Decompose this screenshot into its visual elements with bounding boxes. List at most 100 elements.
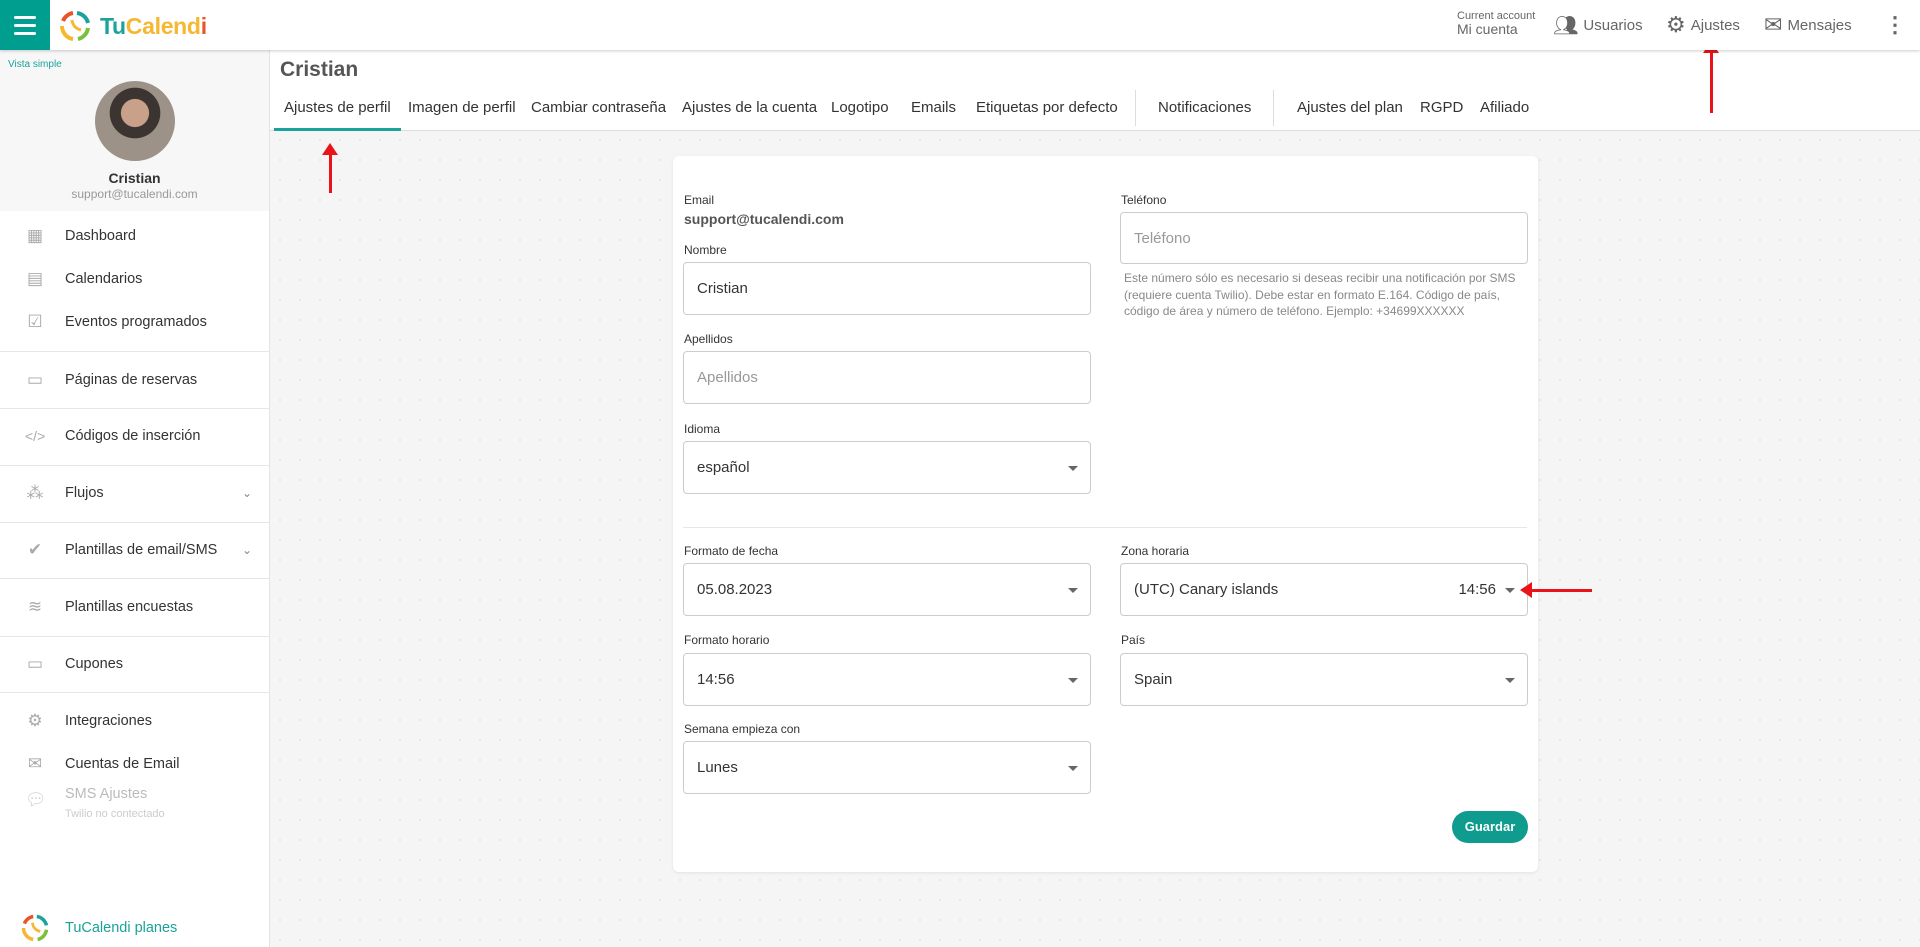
sidebar-item-integraciones[interactable]: ⚙ Integraciones	[0, 707, 270, 735]
sidebar-item-flujos[interactable]: ⁂ Flujos ⌄	[0, 479, 270, 507]
sidebar-item-label: Plantillas de email/SMS	[65, 542, 218, 558]
surname-input[interactable]: Apellidos	[683, 351, 1091, 404]
sidebar-item-sms[interactable]: 💬︎ SMS Ajustes Twilio no contectado	[0, 786, 270, 820]
users-icon: 👥︎	[1553, 14, 1579, 37]
sidebar-item-label: SMS Ajustes	[65, 786, 148, 802]
sidebar-item-label: Códigos de inserción	[65, 428, 201, 444]
account-name: Mi cuenta	[1457, 21, 1518, 37]
tab-etiquetas[interactable]: Etiquetas por defecto	[976, 97, 1118, 131]
plans-link[interactable]: TuCalendi planes	[0, 914, 270, 942]
user-email: support@tucalendi.com	[71, 187, 198, 201]
country-value: Spain	[1134, 671, 1173, 688]
user-name: Cristian	[108, 170, 161, 186]
messages-label: Mensajes	[1787, 16, 1852, 34]
caret-down-icon	[1068, 766, 1078, 771]
sidebar-item-cupones[interactable]: ▭ Cupones	[0, 650, 270, 678]
flow-icon: ⁂	[26, 483, 44, 502]
settings-label: Ajustes	[1690, 16, 1740, 34]
tab-rgpd[interactable]: RGPD	[1420, 97, 1463, 131]
name-label: Nombre	[684, 243, 727, 257]
surname-label: Apellidos	[684, 332, 733, 346]
simple-view-link[interactable]: Vista simple	[8, 59, 62, 70]
date-format-select[interactable]: 05.08.2023	[683, 563, 1091, 616]
language-label: Idioma	[684, 422, 721, 436]
email-value: support@tucalendi.com	[684, 211, 844, 227]
settings-link[interactable]: ⚙︎ Ajustes	[1666, 0, 1740, 50]
tab-imagen-perfil[interactable]: Imagen de perfil	[408, 97, 516, 131]
language-select[interactable]: español	[683, 441, 1091, 494]
timezone-value: (UTC) Canary islands	[1134, 581, 1279, 598]
sidebar-item-label: Plantillas encuestas	[65, 599, 194, 615]
sidebar-item-cuentas-email[interactable]: ✉ Cuentas de Email	[0, 750, 270, 778]
sidebar-item-label: Flujos	[65, 485, 104, 501]
profile-panel: Vista simple Cristian support@tucalendi.…	[0, 50, 269, 211]
sidebar-item-calendarios[interactable]: ▤ Calendarios	[0, 265, 270, 293]
save-button[interactable]: Guardar	[1452, 811, 1528, 843]
divider	[0, 636, 269, 637]
sidebar-item-label: Cupones	[65, 656, 124, 672]
caret-down-icon	[1505, 678, 1515, 683]
time-format-label: Formato horario	[684, 633, 770, 647]
email-label: Email	[684, 193, 715, 207]
sidebar-item-label: Eventos programados	[65, 314, 207, 330]
country-select[interactable]: Spain	[1120, 653, 1528, 706]
timezone-label: Zona horaria	[1121, 544, 1190, 558]
tab-ajustes-plan[interactable]: Ajustes del plan	[1297, 97, 1403, 131]
envelope-icon: ✉︎	[1764, 12, 1783, 37]
time-format-value: 14:56	[697, 671, 735, 688]
logo-text: TuCalendi	[100, 12, 207, 39]
logo-icon	[59, 11, 90, 41]
tab-notificaciones[interactable]: Notificaciones	[1158, 97, 1251, 131]
sidebar-item-label: Cuentas de Email	[65, 756, 180, 772]
tab-separator	[1273, 90, 1274, 126]
gear-icon: ⚙︎	[1666, 12, 1686, 37]
avatar[interactable]	[95, 81, 175, 161]
divider	[0, 578, 269, 579]
chevron-down-icon[interactable]: ⌄	[242, 543, 252, 557]
sidebar-item-label: Páginas de reservas	[65, 372, 198, 388]
tab-logotipo[interactable]: Logotipo	[831, 97, 889, 131]
tab-afiliado[interactable]: Afiliado	[1480, 97, 1529, 131]
country-label: País	[1121, 633, 1146, 647]
phone-input[interactable]: Teléfono	[1120, 212, 1528, 264]
time-format-select[interactable]: 14:56	[683, 653, 1091, 706]
timezone-time: 14:56	[1458, 581, 1496, 598]
ticket-icon: ▭	[26, 654, 44, 673]
chevron-down-icon[interactable]: ⌄	[242, 486, 252, 500]
menu-button[interactable]	[0, 0, 50, 50]
users-link[interactable]: 👥︎ Usuarios	[1553, 0, 1643, 50]
sidebar-item-paginas[interactable]: ▭ Páginas de reservas	[0, 366, 270, 394]
tab-ajustes-perfil[interactable]: Ajustes de perfil	[274, 97, 401, 131]
sidebar-item-plantillas-encuestas[interactable]: ≋ Plantillas encuestas	[0, 593, 270, 621]
caret-down-icon	[1068, 466, 1078, 471]
tab-separator	[1135, 90, 1136, 126]
sidebar-item-sublabel: Twilio no contectado	[65, 808, 165, 820]
more-menu-icon[interactable]: ⋮	[1884, 0, 1906, 50]
divider	[0, 465, 269, 466]
week-start-select[interactable]: Lunes	[683, 741, 1091, 794]
sidebar-item-dashboard[interactable]: ▦ Dashboard	[0, 222, 270, 250]
messages-link[interactable]: ✉︎ Mensajes	[1764, 0, 1852, 50]
divider	[0, 692, 269, 693]
users-label: Usuarios	[1583, 16, 1643, 34]
date-format-label: Formato de fecha	[684, 544, 779, 558]
tab-ajustes-cuenta[interactable]: Ajustes de la cuenta	[682, 97, 817, 131]
date-format-value: 05.08.2023	[697, 581, 773, 598]
sidebar-item-plantillas-email[interactable]: ✔ Plantillas de email/SMS ⌄	[0, 536, 270, 564]
sms-icon: 💬︎	[25, 790, 47, 809]
logo[interactable]: TuCalendi	[58, 9, 207, 43]
calendar-icon: ▤	[26, 269, 44, 288]
top-bar: TuCalendi Current account Mi cuenta 👥︎ Usu…	[0, 0, 1920, 50]
tab-emails[interactable]: Emails	[911, 97, 956, 131]
caret-down-icon	[1068, 588, 1078, 593]
sidebar-item-eventos[interactable]: ☑ Eventos programados	[0, 308, 270, 336]
page-title: Cristian	[280, 58, 359, 81]
divider	[0, 408, 269, 409]
week-start-value: Lunes	[697, 759, 738, 776]
plans-label: TuCalendi planes	[65, 920, 178, 936]
name-input[interactable]: Cristian	[683, 262, 1091, 315]
timezone-select[interactable]: (UTC) Canary islands 14:56	[1120, 563, 1528, 616]
current-account[interactable]: Current account Mi cuenta	[1457, 11, 1535, 37]
tab-cambiar-contrasena[interactable]: Cambiar contraseña	[531, 97, 666, 131]
sidebar-item-codigos[interactable]: </> Códigos de inserción	[0, 422, 270, 450]
